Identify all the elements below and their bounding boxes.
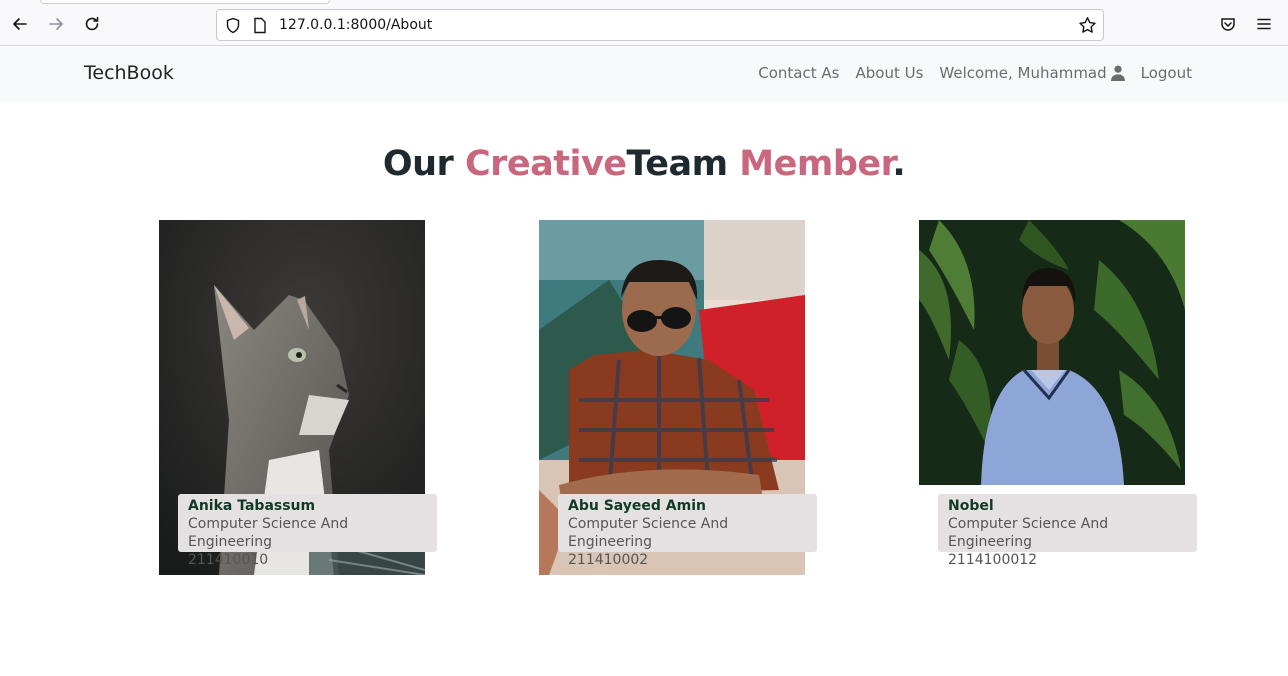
title-part-our: Our xyxy=(382,144,465,184)
nav-links: Contact As About Us Welcome, Muhammad Lo… xyxy=(758,64,1192,82)
title-part-team: Team xyxy=(626,144,740,184)
title-part-creative: Creative xyxy=(464,144,627,184)
nav-link-logout[interactable]: Logout xyxy=(1141,64,1192,82)
member-department: Computer Science And Engineering xyxy=(568,516,729,550)
member-id: 211410010 xyxy=(188,552,269,568)
url-text[interactable]: 127.0.0.1:8000/About xyxy=(279,17,432,33)
member-info: Abu Sayeed Amin Computer Science And Eng… xyxy=(558,494,817,568)
member-photo xyxy=(919,220,1185,485)
user-icon xyxy=(1110,65,1125,81)
member-info: Nobel Computer Science And Engineering 2… xyxy=(938,494,1197,568)
pocket-icon[interactable] xyxy=(1217,13,1239,35)
nav-link-about[interactable]: About Us xyxy=(855,64,923,82)
forward-arrow-icon[interactable] xyxy=(45,13,67,35)
member-department: Computer Science And Engineering xyxy=(948,516,1109,550)
star-icon[interactable] xyxy=(1078,16,1097,39)
welcome-text: Welcome, Muhammad xyxy=(939,64,1107,82)
member-name: Anika Tabassum xyxy=(188,498,316,514)
menu-icon[interactable] xyxy=(1253,13,1275,35)
browser-toolbar: 127.0.0.1:8000/About xyxy=(0,0,1288,46)
title-part-member: Member xyxy=(739,144,893,184)
member-name: Abu Sayeed Amin xyxy=(568,498,706,514)
nav-welcome[interactable]: Welcome, Muhammad xyxy=(939,64,1125,82)
browser-tab[interactable] xyxy=(40,0,330,4)
reload-icon[interactable] xyxy=(81,13,103,35)
shield-icon[interactable] xyxy=(225,17,241,38)
member-info: Anika Tabassum Computer Science And Engi… xyxy=(178,494,437,568)
member-id: 211410002 xyxy=(568,552,649,568)
page-title: Our CreativeTeam Member. xyxy=(0,144,1288,184)
url-bar[interactable]: 127.0.0.1:8000/About xyxy=(216,9,1104,41)
page-icon xyxy=(253,17,267,38)
member-department: Computer Science And Engineering xyxy=(188,516,349,550)
brand-logo[interactable]: TechBook xyxy=(84,62,174,84)
site-navbar: TechBook Contact As About Us Welcome, Mu… xyxy=(0,46,1288,102)
member-name: Nobel xyxy=(948,498,994,514)
nav-link-contact[interactable]: Contact As xyxy=(758,64,839,82)
member-id: 2114100012 xyxy=(948,552,1038,568)
back-arrow-icon[interactable] xyxy=(9,13,31,35)
title-part-period: . xyxy=(892,144,906,184)
